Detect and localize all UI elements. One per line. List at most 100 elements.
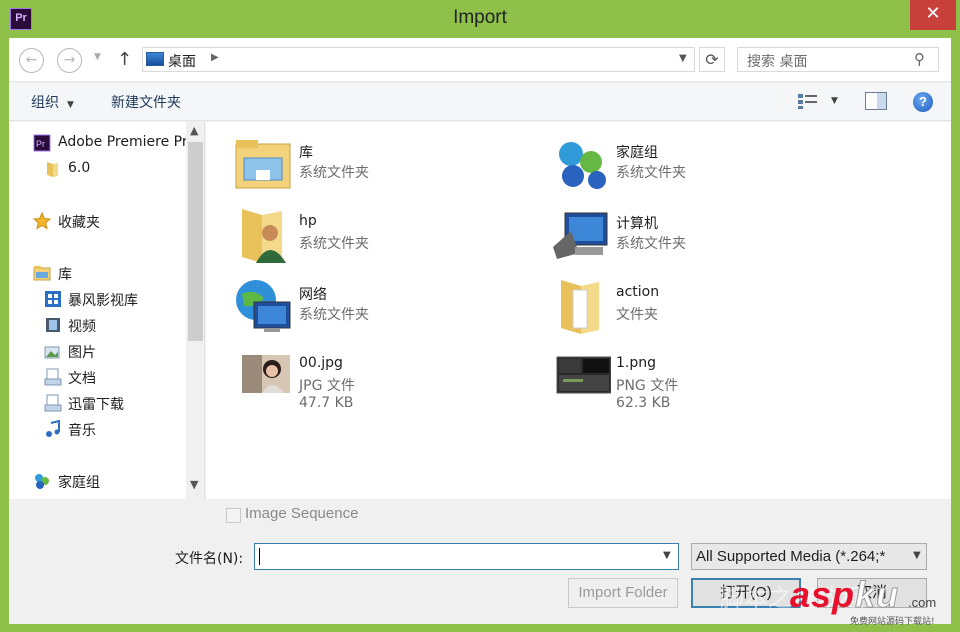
download-icon: [44, 394, 62, 412]
search-input[interactable]: 搜索 桌面 ⚲: [737, 47, 939, 72]
sidebar-item-label: 家庭组: [58, 475, 100, 491]
recent-locations-dropdown[interactable]: ▼: [94, 52, 101, 62]
file-type-select[interactable]: All Supported Media (*.264;* ▼: [691, 543, 927, 570]
search-icon[interactable]: ⚲: [914, 50, 925, 68]
filename-input[interactable]: ▼: [254, 543, 679, 570]
sidebar-item-label: Adobe Premiere Pro: [58, 134, 189, 150]
file-name: 库: [299, 145, 313, 161]
image-sequence-checkbox[interactable]: [226, 508, 241, 523]
file-type: PNG 文件: [616, 378, 679, 394]
open-button[interactable]: 打开(O): [691, 578, 801, 608]
help-icon[interactable]: ?: [913, 92, 933, 112]
sidebar-item-adobe-premiere[interactable]: Pr Adobe Premiere Pro: [9, 132, 189, 156]
folder-icon: [561, 280, 599, 334]
breadcrumb-chevron-icon[interactable]: ▶: [211, 52, 219, 63]
new-folder-button[interactable]: 新建文件夹: [111, 92, 181, 112]
file-item-action[interactable]: action 文件夹: [551, 278, 851, 342]
navigation-pane: Pr Adobe Premiere Pro 6.0 收藏夹 库 暴风影视库 视频…: [9, 122, 205, 499]
sidebar-item-6-0[interactable]: 6.0: [9, 158, 189, 182]
user-folder-icon: [242, 209, 286, 263]
sidebar-item-label: 收藏夹: [58, 215, 100, 231]
music-icon: [46, 420, 60, 437]
window-title: Import: [453, 7, 507, 28]
view-options-dropdown-icon[interactable]: ▼: [831, 96, 838, 106]
svg-text:Pr: Pr: [36, 139, 45, 149]
file-name: 家庭组: [616, 145, 658, 161]
text-caret: [259, 548, 260, 565]
chevron-down-icon: ▼: [67, 100, 74, 110]
file-item-network[interactable]: 网络 系统文件夹: [234, 278, 534, 342]
file-type: JPG 文件: [299, 378, 355, 394]
scroll-up-icon[interactable]: ▲: [190, 124, 198, 137]
cancel-button[interactable]: 取消: [817, 578, 927, 608]
close-button[interactable]: ✕: [910, 0, 956, 30]
file-item-1-png[interactable]: 1.png PNG 文件 62.3 KB: [551, 349, 851, 413]
file-item-hp[interactable]: hp 系统文件夹: [234, 207, 534, 271]
back-button[interactable]: ←: [19, 48, 44, 73]
photo-thumbnail: [242, 355, 290, 393]
chevron-down-icon[interactable]: ▼: [910, 550, 921, 561]
forward-button[interactable]: →: [57, 48, 82, 73]
sidebar-item-baofeng-library[interactable]: 暴风影视库: [9, 288, 189, 312]
filename-label: 文件名(N):: [175, 551, 244, 567]
star-icon: [33, 212, 51, 230]
preview-pane-icon[interactable]: [865, 92, 887, 110]
sidebar-item-label: 6.0: [68, 160, 91, 176]
documents-icon: [44, 368, 62, 386]
scrollbar-thumb[interactable]: [188, 142, 203, 341]
file-name: 计算机: [616, 216, 658, 232]
sidebar-item-pictures[interactable]: 图片: [9, 340, 189, 364]
scroll-down-icon[interactable]: ▼: [190, 478, 198, 491]
organize-button[interactable]: 组织 ▼: [31, 92, 74, 112]
library-folder-icon: [235, 140, 291, 189]
sidebar-item-label: 文档: [68, 371, 96, 387]
file-name: 00.jpg: [299, 355, 343, 371]
dialog-body: ← → ▼ ↑ 桌面 ▶ ▼ ⟳ 搜索 桌面 ⚲ 组织 ▼ 新建文件夹 ▼ ? …: [9, 38, 951, 624]
video-icon: [46, 318, 60, 332]
sidebar-item-libraries[interactable]: 库: [9, 262, 189, 286]
file-type: 系统文件夹: [299, 236, 369, 252]
folder-icon: [47, 162, 58, 177]
sidebar-item-label: 图片: [68, 345, 96, 361]
computer-icon: [553, 212, 608, 259]
up-button[interactable]: ↑: [117, 49, 132, 70]
homegroup-icon: [35, 474, 49, 489]
sidebar-scrollbar[interactable]: ▲ ▼: [186, 122, 204, 499]
address-bar[interactable]: 桌面 ▶ ▼: [142, 47, 695, 72]
file-name: 网络: [299, 287, 327, 303]
navigation-bar: ← → ▼ ↑ 桌面 ▶ ▼ ⟳ 搜索 桌面 ⚲: [9, 38, 951, 82]
title-bar[interactable]: Pr Import ✕: [0, 0, 960, 38]
premiere-icon: Pr: [33, 134, 51, 152]
command-toolbar: 组织 ▼ 新建文件夹 ▼ ?: [9, 83, 951, 121]
breadcrumb-desktop[interactable]: 桌面: [168, 51, 196, 71]
file-item-00-jpg[interactable]: 00.jpg JPG 文件 47.7 KB: [234, 349, 534, 413]
filename-dropdown-icon[interactable]: ▼: [663, 550, 671, 561]
file-item-library[interactable]: 库 系统文件夹: [234, 136, 534, 200]
file-type: 系统文件夹: [616, 236, 686, 252]
file-name: 1.png: [616, 355, 657, 371]
dialog-footer: Image Sequence 文件名(N): ▼ All Supported M…: [9, 500, 951, 624]
file-name: action: [616, 284, 660, 300]
file-item-homegroup[interactable]: 家庭组 系统文件夹: [551, 136, 851, 200]
file-size: 62.3 KB: [616, 395, 671, 411]
file-item-computer[interactable]: 计算机 系统文件夹: [551, 207, 851, 271]
sidebar-item-videos[interactable]: 视频: [9, 314, 189, 338]
file-size: 47.7 KB: [299, 395, 354, 411]
file-name: hp: [299, 213, 317, 229]
pictures-icon: [44, 346, 60, 359]
image-sequence-label: Image Sequence: [245, 505, 359, 522]
sidebar-item-xunlei-download[interactable]: 迅雷下载: [9, 392, 189, 416]
import-folder-button[interactable]: Import Folder: [568, 578, 678, 608]
change-view-icon[interactable]: [797, 92, 819, 110]
refresh-button[interactable]: ⟳: [699, 47, 725, 72]
sidebar-item-favorites[interactable]: 收藏夹: [9, 210, 189, 234]
sidebar-item-homegroup[interactable]: 家庭组: [9, 470, 189, 494]
address-dropdown-icon[interactable]: ▼: [679, 53, 687, 64]
sidebar-item-music[interactable]: 音乐: [9, 418, 189, 442]
homegroup-icon: [559, 142, 606, 189]
sidebar-item-label: 音乐: [68, 423, 96, 439]
sidebar-item-documents[interactable]: 文档: [9, 366, 189, 390]
screenshot-thumbnail: [556, 356, 611, 394]
sidebar-item-label: 暴风影视库: [68, 293, 138, 309]
file-type: 系统文件夹: [299, 307, 369, 323]
